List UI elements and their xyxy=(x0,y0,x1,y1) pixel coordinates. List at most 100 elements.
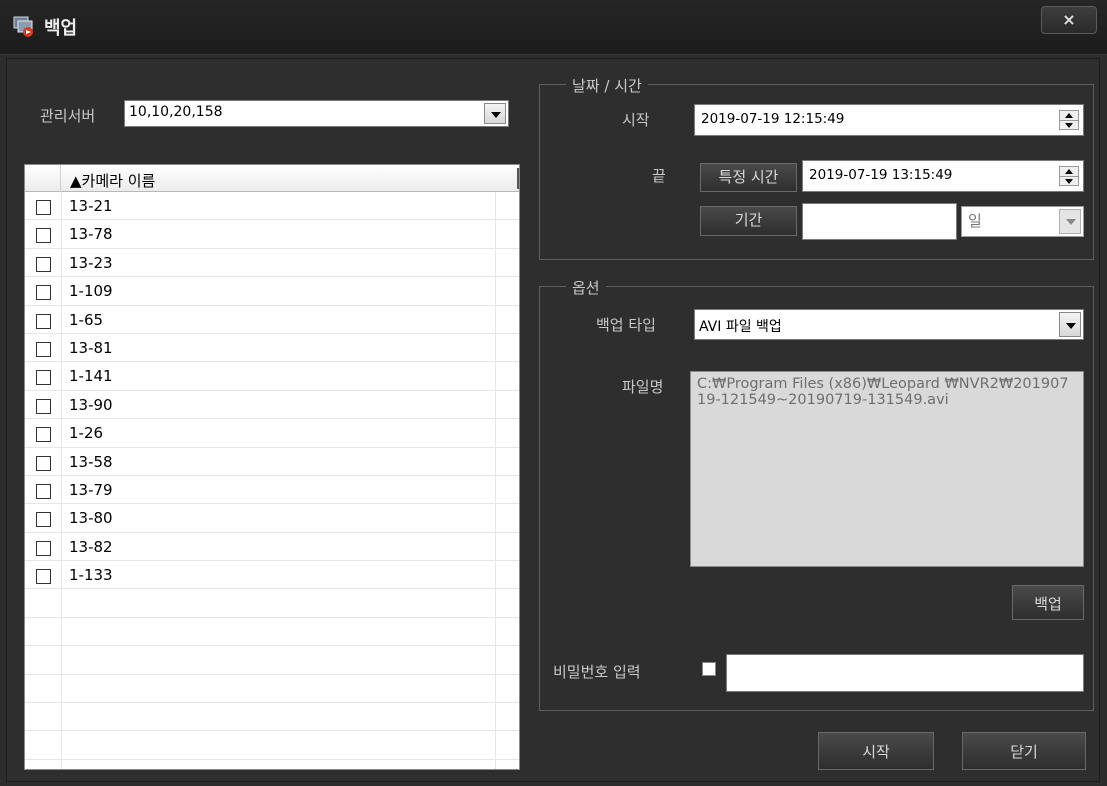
list-item[interactable]: 13-81 xyxy=(25,334,519,363)
chevron-down-icon xyxy=(1066,219,1076,225)
camera-name: 13-21 xyxy=(69,197,113,215)
camera-checkbox[interactable] xyxy=(36,512,51,528)
checkbox-column-header[interactable] xyxy=(25,165,61,192)
password-label: 비밀번호 입력 xyxy=(553,663,641,681)
chevron-down-icon xyxy=(491,112,501,118)
camera-checkbox[interactable] xyxy=(36,228,51,244)
camera-checkbox[interactable] xyxy=(36,256,51,272)
datetime-group-title: 날짜 / 시간 xyxy=(566,75,648,96)
camera-list[interactable]: ▲카메라 이름 13-21 13-78 13-23 1-109 1-65 13-… xyxy=(24,164,520,770)
spin-up-icon xyxy=(1065,113,1073,118)
start-time-label: 시작 xyxy=(622,111,650,129)
password-input[interactable] xyxy=(726,654,1084,692)
camera-checkbox[interactable] xyxy=(36,455,51,471)
period-button[interactable]: 기간 xyxy=(700,206,797,236)
list-item[interactable]: 13-23 xyxy=(25,249,519,278)
empty-row xyxy=(25,618,519,647)
start-button-label: 시작 xyxy=(862,743,890,761)
close-window-button[interactable]: × xyxy=(1041,6,1097,34)
camera-checkbox[interactable] xyxy=(36,341,51,357)
period-unit-value: 일 xyxy=(968,212,982,230)
camera-checkbox[interactable] xyxy=(36,427,51,443)
camera-checkbox[interactable] xyxy=(36,313,51,329)
end-datetime-spinner[interactable] xyxy=(1059,166,1079,186)
title-bar: 백업 × xyxy=(0,0,1107,55)
backup-type-value: AVI 파일 백업 xyxy=(699,319,782,335)
start-datetime-spinner[interactable] xyxy=(1059,110,1079,130)
empty-row xyxy=(25,703,519,732)
list-item[interactable]: 13-79 xyxy=(25,476,519,505)
list-item[interactable]: 1-109 xyxy=(25,277,519,306)
start-datetime-value: 2019-07-19 12:15:49 xyxy=(701,111,845,127)
spinner-divider xyxy=(1060,120,1078,121)
camera-checkbox[interactable] xyxy=(36,370,51,386)
backup-app-icon xyxy=(13,16,33,37)
camera-checkbox[interactable] xyxy=(36,200,51,215)
spin-down-icon xyxy=(1065,179,1073,184)
options-group-title: 옵션 xyxy=(566,277,606,298)
list-item[interactable]: 13-82 xyxy=(25,533,519,562)
end-time-label: 끝 xyxy=(652,167,666,185)
chevron-down-icon xyxy=(1066,323,1076,329)
camera-name: 1-133 xyxy=(69,566,113,585)
password-checkbox[interactable] xyxy=(702,662,716,676)
server-label: 관리서버 xyxy=(40,107,96,125)
camera-name: 1-65 xyxy=(69,310,104,329)
camera-list-rows: 13-21 13-78 13-23 1-109 1-65 13-81 1-141… xyxy=(25,192,519,760)
period-unit-select[interactable]: 일 xyxy=(961,206,1084,237)
camera-name: 13-80 xyxy=(69,509,113,528)
list-item[interactable]: 13-58 xyxy=(25,448,519,476)
end-datetime-picker[interactable]: 2019-07-19 13:15:49 xyxy=(802,160,1084,192)
list-item[interactable]: 1-133 xyxy=(25,561,519,590)
window-title: 백업 xyxy=(44,18,78,39)
camera-checkbox[interactable] xyxy=(36,483,51,499)
list-item[interactable]: 1-26 xyxy=(25,419,519,448)
backup-type-select[interactable]: AVI 파일 백업 xyxy=(694,309,1084,340)
camera-name: 13-81 xyxy=(69,338,113,357)
filename-label: 파일명 xyxy=(622,378,664,396)
spinner-divider xyxy=(1060,176,1078,177)
list-item[interactable]: 13-78 xyxy=(25,220,519,249)
filename-field[interactable]: C:₩Program Files (x86)₩Leopard ₩NVR2₩201… xyxy=(690,371,1084,567)
camera-name: 13-23 xyxy=(69,253,113,272)
camera-checkbox[interactable] xyxy=(36,398,51,414)
camera-checkbox[interactable] xyxy=(36,540,51,556)
specific-time-button[interactable]: 특정 시간 xyxy=(700,163,797,192)
empty-row xyxy=(25,589,519,618)
camera-name: 13-82 xyxy=(69,537,113,556)
column-divider[interactable] xyxy=(517,168,519,189)
server-select-value: 10,10,20,158 xyxy=(129,104,223,120)
camera-name: 1-109 xyxy=(69,282,113,301)
camera-list-header: ▲카메라 이름 xyxy=(25,165,519,192)
period-input[interactable] xyxy=(802,203,957,240)
start-button[interactable]: 시작 xyxy=(818,732,934,770)
start-datetime-picker[interactable]: 2019-07-19 12:15:49 xyxy=(694,104,1084,136)
camera-name: 1-26 xyxy=(69,424,104,443)
period-unit-dropdown-button[interactable] xyxy=(1059,209,1081,234)
camera-name-header-text: ▲카메라 이름 xyxy=(70,172,156,190)
empty-row xyxy=(25,675,519,704)
spin-down-icon xyxy=(1065,123,1073,128)
spin-up-icon xyxy=(1065,169,1073,174)
close-button-label: 닫기 xyxy=(1010,743,1038,761)
list-item[interactable]: 13-90 xyxy=(25,391,519,420)
camera-checkbox[interactable] xyxy=(36,285,51,301)
list-item[interactable]: 13-80 xyxy=(25,504,519,533)
camera-name: 13-78 xyxy=(69,225,113,244)
backup-type-dropdown-button[interactable] xyxy=(1059,312,1081,337)
camera-name: 13-90 xyxy=(69,395,113,414)
backup-button[interactable]: 백업 xyxy=(1012,585,1084,620)
end-datetime-value: 2019-07-19 13:15:49 xyxy=(809,167,953,183)
backup-button-label: 백업 xyxy=(1034,595,1062,613)
server-select[interactable]: 10,10,20,158 xyxy=(124,100,509,127)
camera-name: 13-58 xyxy=(69,452,113,471)
close-button[interactable]: 닫기 xyxy=(962,732,1086,770)
list-item[interactable]: 1-65 xyxy=(25,306,519,334)
period-button-label: 기간 xyxy=(734,211,763,229)
list-item[interactable]: 1-141 xyxy=(25,362,519,391)
server-dropdown-button[interactable] xyxy=(484,103,506,124)
camera-checkbox[interactable] xyxy=(36,569,51,585)
camera-name-column-header[interactable]: ▲카메라 이름 xyxy=(61,165,519,192)
list-item[interactable]: 13-21 xyxy=(25,192,519,221)
camera-name: 1-141 xyxy=(69,367,113,386)
